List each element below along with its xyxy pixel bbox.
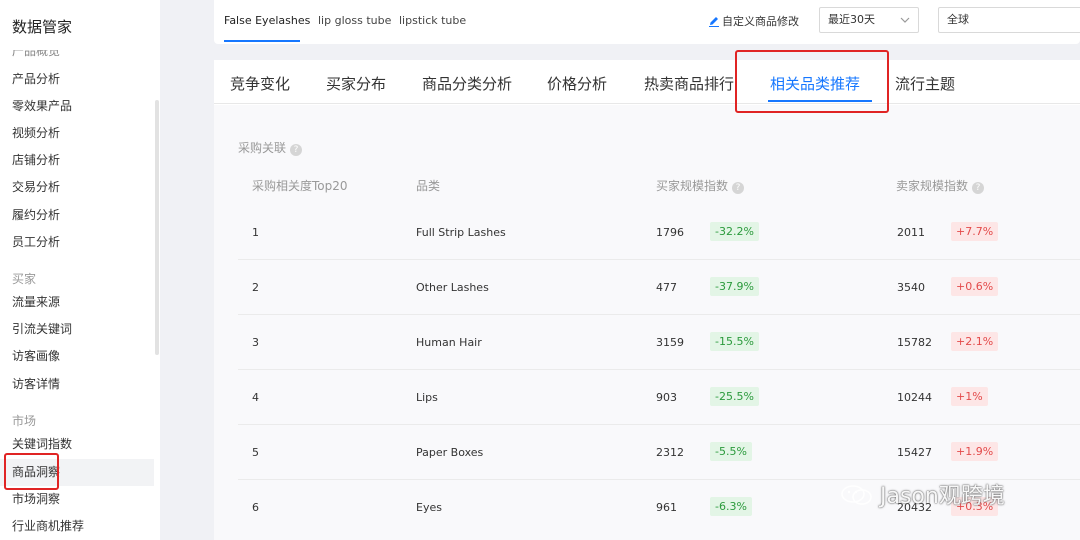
seller-index-cell: 2011	[897, 226, 925, 239]
buyer-change-badge: -32.2%	[710, 222, 759, 241]
highlight-box-sidebar	[4, 453, 59, 490]
product-tab-underline	[224, 40, 300, 42]
wechat-icon	[841, 485, 872, 505]
category-cell: Other Lashes	[416, 281, 489, 294]
table-row[interactable]: 1 Full Strip Lashes 1796 -32.2% 2011 +7.…	[238, 205, 1080, 260]
sidebar-item-keywords[interactable]: 引流关键词	[0, 316, 154, 343]
buyer-index-cell: 961	[656, 501, 677, 514]
table-row[interactable]: 4 Lips 903 -25.5% 10244 +1%	[238, 370, 1080, 425]
seller-index-cell: 15782	[897, 336, 932, 349]
sidebar-item-zero-effect[interactable]: 零效果产品	[0, 93, 154, 120]
category-cell: Full Strip Lashes	[416, 226, 506, 239]
column-header-rank: 采购相关度Top20	[252, 179, 348, 193]
analysis-tabs: 竞争变化 买家分布 商品分类分析 价格分析 热卖商品排行 相关品类推荐 流行主题	[214, 60, 1080, 104]
content-panel: 竞争变化 买家分布 商品分类分析 价格分析 热卖商品排行 相关品类推荐 流行主题…	[214, 60, 1080, 540]
table-row[interactable]: 2 Other Lashes 477 -37.9% 3540 +0.6%	[238, 260, 1080, 315]
rank-cell: 5	[252, 446, 259, 459]
tab-buyer-distribution[interactable]: 买家分布	[326, 73, 386, 94]
sidebar-item-visitor-detail[interactable]: 访客详情	[0, 371, 154, 398]
custom-product-link[interactable]: 自定义商品修改	[708, 13, 799, 29]
rank-cell: 4	[252, 391, 259, 404]
buyer-index-cell: 903	[656, 391, 677, 404]
help-icon[interactable]: ?	[972, 182, 985, 194]
tab-price-analysis[interactable]: 价格分析	[547, 73, 607, 94]
buyer-index-cell: 1796	[656, 226, 684, 239]
section-title: 采购关联?	[238, 139, 303, 156]
sidebar-item-industry-opportunity[interactable]: 行业商机推荐	[0, 513, 154, 540]
sidebar-item-store[interactable]: 店铺分析	[0, 147, 154, 174]
sidebar-title: 数据管家	[12, 18, 73, 36]
buyer-change-badge: -25.5%	[710, 387, 759, 406]
date-range-value: 最近30天	[828, 13, 875, 26]
sidebar-scrollbar[interactable]	[155, 100, 159, 355]
buyer-index-cell: 3159	[656, 336, 684, 349]
sidebar-item-fulfillment[interactable]: 履约分析	[0, 202, 154, 229]
category-cell: Paper Boxes	[416, 446, 484, 459]
region-value: 全球	[947, 13, 969, 26]
tab-hot-products[interactable]: 热卖商品排行	[644, 73, 734, 94]
seller-change-badge: +7.7%	[951, 222, 999, 241]
watermark: Jason观跨境	[840, 478, 1005, 510]
rank-cell: 3	[252, 336, 259, 349]
sidebar-section-buyer: 买家	[12, 272, 37, 286]
sidebar-item-product-analysis[interactable]: 产品分析	[0, 66, 154, 93]
sidebar-item-staff[interactable]: 员工分析	[0, 229, 154, 256]
column-header-category: 品类	[416, 179, 441, 193]
category-cell: Eyes	[416, 501, 442, 514]
category-cell: Lips	[416, 391, 438, 404]
product-tab-false-eyelashes[interactable]: False Eyelashes	[224, 14, 310, 27]
tab-trending-themes[interactable]: 流行主题	[895, 73, 955, 94]
rank-cell: 2	[252, 281, 259, 294]
buyer-change-badge: -15.5%	[710, 332, 759, 351]
sidebar-item-video[interactable]: 视频分析	[0, 120, 154, 147]
table-row[interactable]: 3 Human Hair 3159 -15.5% 15782 +2.1%	[238, 315, 1080, 370]
rank-cell: 1	[252, 226, 259, 239]
column-header-buyer-index: 买家规模指数?	[656, 177, 745, 194]
sidebar-item-market-insight[interactable]: 市场洞察	[0, 486, 154, 513]
seller-change-badge: +0.6%	[951, 277, 999, 296]
category-cell: Human Hair	[416, 336, 482, 349]
buyer-index-cell: 477	[656, 281, 677, 294]
help-icon[interactable]: ?	[732, 182, 745, 194]
sidebar-section-market: 市场	[12, 414, 37, 428]
seller-index-cell: 3540	[897, 281, 925, 294]
sidebar-item-trade[interactable]: 交易分析	[0, 174, 154, 201]
highlight-box-tab	[735, 50, 889, 113]
seller-index-cell: 15427	[897, 446, 932, 459]
product-bar: False Eyelashes lip gloss tube lipstick …	[214, 0, 1080, 44]
sidebar-item-traffic-source[interactable]: 流量来源	[0, 289, 154, 316]
buyer-change-badge: -6.3%	[710, 497, 752, 516]
sidebar-partial-item: 产品概览	[12, 50, 61, 58]
seller-change-badge: +2.1%	[951, 332, 999, 351]
rank-cell: 6	[252, 501, 259, 514]
pencil-icon	[709, 17, 719, 27]
sidebar-item-visitor-profile[interactable]: 访客画像	[0, 343, 154, 370]
tab-category-analysis[interactable]: 商品分类分析	[422, 73, 512, 94]
watermark-text: Jason观跨境	[880, 484, 1005, 509]
column-header-seller-index: 卖家规模指数?	[896, 177, 985, 194]
date-range-select[interactable]: 最近30天	[819, 7, 919, 33]
purchase-association-section: 采购关联? 采购相关度Top20 品类 买家规模指数? 卖家规模指数? 1 Fu…	[214, 105, 1080, 540]
buyer-index-cell: 2312	[656, 446, 684, 459]
chevron-down-icon	[900, 17, 910, 23]
product-tab-lipstick-tube[interactable]: lipstick tube	[399, 14, 466, 27]
buyer-change-badge: -37.9%	[710, 277, 759, 296]
product-tab-lip-gloss-tube[interactable]: lip gloss tube	[318, 14, 391, 27]
region-select[interactable]: 全球	[938, 7, 1080, 33]
buyer-change-badge: -5.5%	[710, 442, 752, 461]
help-icon[interactable]: ?	[290, 144, 303, 156]
custom-product-link-label: 自定义商品修改	[722, 15, 799, 28]
seller-change-badge: +1%	[951, 387, 988, 406]
tab-competition[interactable]: 竞争变化	[230, 73, 290, 94]
seller-index-cell: 10244	[897, 391, 932, 404]
table-row[interactable]: 5 Paper Boxes 2312 -5.5% 15427 +1.9%	[238, 425, 1080, 480]
seller-change-badge: +1.9%	[951, 442, 999, 461]
